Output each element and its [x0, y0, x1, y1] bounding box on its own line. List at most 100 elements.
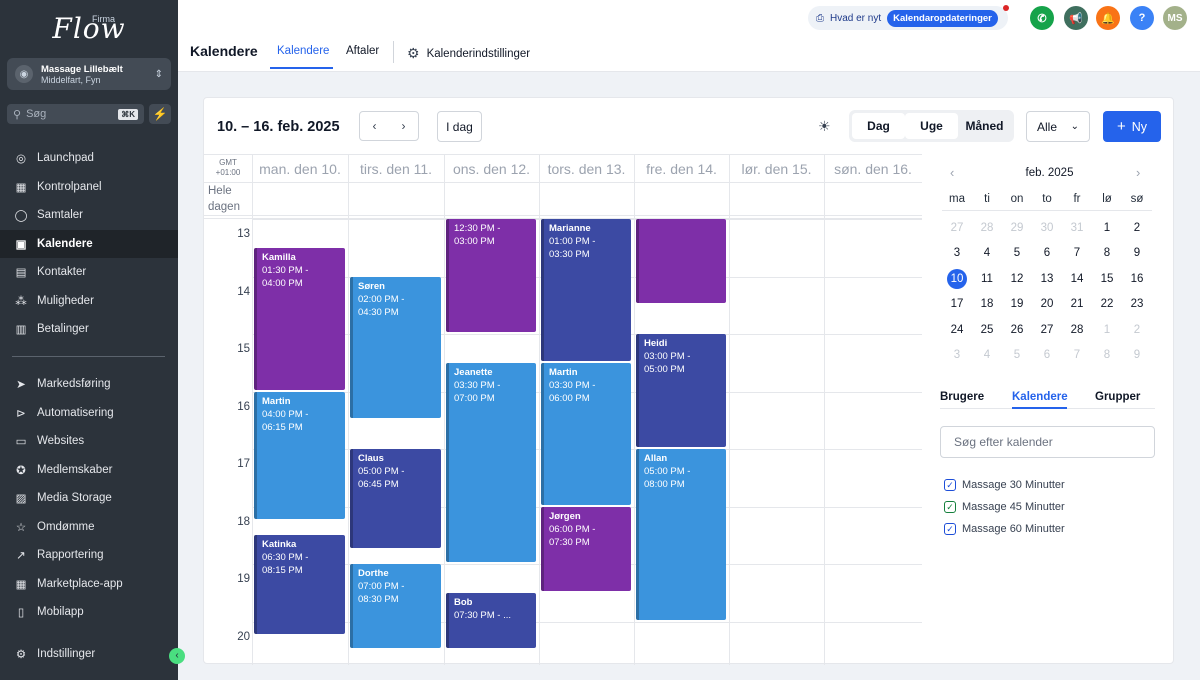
today-button[interactable]: I dag: [437, 111, 482, 142]
mini-day[interactable]: 8: [1092, 343, 1122, 368]
mini-day[interactable]: 21: [1062, 292, 1092, 317]
sidebar-item-image[interactable]: ▨ Media Storage: [0, 484, 178, 513]
sidebar-item-mobile[interactable]: ▯ Mobilapp: [0, 598, 178, 627]
tab-grupper[interactable]: Grupper: [1095, 391, 1140, 403]
view-month-button[interactable]: Måned: [958, 113, 1011, 139]
mini-day[interactable]: 2: [1122, 317, 1152, 342]
mini-day[interactable]: 26: [1002, 317, 1032, 342]
sidebar-item-contacts[interactable]: ▤ Kontakter: [0, 258, 178, 287]
calendar-event[interactable]: Kamilla 01:30 PM -04:00 PM: [254, 247, 345, 390]
calendar-checkbox[interactable]: ✓ Massage 60 Minutter: [944, 523, 1065, 535]
mini-day[interactable]: 9: [1122, 343, 1152, 368]
mini-day[interactable]: 1: [1092, 215, 1122, 240]
mini-day[interactable]: 28: [1062, 317, 1092, 342]
mini-day[interactable]: 8: [1092, 241, 1122, 266]
user-avatar[interactable]: MS: [1163, 6, 1187, 30]
tab-kalendere-panel[interactable]: Kalendere: [1012, 391, 1068, 403]
sidebar-item-apps[interactable]: ▦ Marketplace-app: [0, 570, 178, 599]
calendar-event[interactable]: Katinka 06:30 PM -08:15 PM: [254, 535, 345, 634]
view-day-button[interactable]: Dag: [852, 113, 905, 139]
mini-day[interactable]: 1: [1092, 317, 1122, 342]
chevron-left-icon[interactable]: ‹: [373, 119, 377, 133]
mini-day[interactable]: 4: [972, 241, 1002, 266]
sidebar-item-dashboard[interactable]: ▦ Kontrolpanel: [0, 173, 178, 202]
sidebar-item-payments[interactable]: ▥ Betalinger: [0, 315, 178, 344]
mini-day[interactable]: 22: [1092, 292, 1122, 317]
chevron-right-icon[interactable]: ›: [1136, 165, 1140, 180]
collapse-sidebar-icon[interactable]: ‹: [169, 648, 185, 664]
bell-icon[interactable]: 🔔: [1096, 6, 1120, 30]
mini-day[interactable]: 5: [1002, 241, 1032, 266]
mini-day[interactable]: 14: [1062, 266, 1092, 291]
mini-day[interactable]: 18: [972, 292, 1002, 317]
lightbulb-icon[interactable]: ☀: [818, 118, 831, 135]
calendar-checkbox[interactable]: ✓ Massage 45 Minutter: [944, 501, 1065, 513]
mini-day[interactable]: 13: [1032, 266, 1062, 291]
sidebar-item-chart[interactable]: ↗ Rapportering: [0, 541, 178, 570]
mini-day[interactable]: 7: [1062, 343, 1092, 368]
tab-calendar-settings[interactable]: ⚙ Kalenderindstillinger: [407, 45, 530, 62]
mini-day[interactable]: 28: [972, 215, 1002, 240]
sidebar-item-launchpad[interactable]: ◎ Launchpad: [0, 144, 178, 173]
calendar-event[interactable]: Søren 02:00 PM -04:30 PM: [350, 276, 441, 419]
sidebar-item-opportunities[interactable]: ⁂ Muligheder: [0, 287, 178, 316]
sidebar-item-automation[interactable]: ⊳ Automatisering: [0, 399, 178, 428]
mini-day[interactable]: 25: [972, 317, 1002, 342]
mini-day[interactable]: 9: [1122, 241, 1152, 266]
mini-day[interactable]: 10: [942, 266, 972, 291]
mini-day[interactable]: 6: [1032, 241, 1062, 266]
sidebar-item-send[interactable]: ➤ Markedsføring: [0, 370, 178, 399]
mini-day[interactable]: 15: [1092, 266, 1122, 291]
mini-day[interactable]: 24: [942, 317, 972, 342]
sidebar-item-membership[interactable]: ✪ Medlemskaber: [0, 456, 178, 485]
mini-day[interactable]: 27: [942, 215, 972, 240]
sidebar-item-star[interactable]: ☆ Omdømme: [0, 513, 178, 542]
tab-aftaler[interactable]: Aftaler: [346, 45, 379, 57]
chevron-right-icon[interactable]: ›: [402, 119, 406, 133]
sidebar-item-websites[interactable]: ▭ Websites: [0, 427, 178, 456]
mini-day[interactable]: 4: [972, 343, 1002, 368]
mini-day[interactable]: 27: [1032, 317, 1062, 342]
calendar-event[interactable]: Jeanette 03:30 PM -07:00 PM: [446, 362, 536, 562]
calendar-event[interactable]: Bob 07:30 PM - ...: [446, 592, 536, 649]
calendar-event[interactable]: Allan 05:00 PM - 08:00 PM: [636, 449, 726, 620]
filter-select[interactable]: Alle ⌄: [1026, 111, 1090, 142]
mini-day[interactable]: 19: [1002, 292, 1032, 317]
mini-day[interactable]: 5: [1002, 343, 1032, 368]
view-week-button[interactable]: Uge: [905, 113, 958, 139]
mini-day[interactable]: 12: [1002, 266, 1032, 291]
search-input[interactable]: ⚲ Søg ⌘K: [7, 104, 144, 124]
mini-day[interactable]: 7: [1062, 241, 1092, 266]
mini-day[interactable]: 16: [1122, 266, 1152, 291]
new-button[interactable]: + Ny: [1103, 111, 1161, 142]
announcement-icon[interactable]: 📢: [1064, 6, 1088, 30]
calendar-event[interactable]: Heidi 03:00 PM - 05:00 PM: [636, 334, 726, 447]
calendar-event[interactable]: Marianne 01:00 PM - 03:30 PM: [541, 219, 631, 361]
calendar-event[interactable]: Claus 05:00 PM - 06:45 PM: [350, 449, 441, 548]
calendar-checkbox[interactable]: ✓ Massage 30 Minutter: [944, 479, 1065, 491]
help-icon[interactable]: ?: [1130, 6, 1154, 30]
sidebar-item-chat[interactable]: ◯ Samtaler: [0, 201, 178, 230]
mini-day[interactable]: 31: [1062, 215, 1092, 240]
sidebar-item-settings[interactable]: ⚙ Indstillinger: [0, 640, 178, 669]
mini-day[interactable]: 2: [1122, 215, 1152, 240]
mini-day[interactable]: 3: [942, 343, 972, 368]
mini-day[interactable]: 20: [1032, 292, 1062, 317]
calendar-event[interactable]: [636, 219, 726, 304]
calendar-search-input[interactable]: Søg efter kalender: [940, 426, 1155, 458]
calendar-event[interactable]: Jørgen 06:00 PM -07:30 PM: [541, 506, 631, 591]
mini-day[interactable]: 3: [942, 241, 972, 266]
mini-day[interactable]: 6: [1032, 343, 1062, 368]
calendar-event[interactable]: Dorthe 07:00 PM - 08:30 PM: [350, 564, 441, 649]
tab-kalendere[interactable]: Kalendere: [277, 45, 329, 57]
mini-day[interactable]: 29: [1002, 215, 1032, 240]
quick-action-bolt-icon[interactable]: ⚡: [149, 104, 171, 124]
mini-day[interactable]: 17: [942, 292, 972, 317]
calendar-event[interactable]: Martin 03:30 PM -06:00 PM: [541, 362, 631, 505]
calendar-event[interactable]: 12:30 PM - 03:00 PM: [446, 219, 536, 332]
tab-brugere[interactable]: Brugere: [940, 391, 984, 403]
calendar-event[interactable]: Martin 04:00 PM -06:15 PM: [254, 391, 345, 519]
account-switcher[interactable]: ◉ Massage Lillebælt Middelfart, Fyn ⇕: [7, 58, 171, 90]
mini-day[interactable]: 11: [972, 266, 1002, 291]
mini-day[interactable]: 23: [1122, 292, 1152, 317]
